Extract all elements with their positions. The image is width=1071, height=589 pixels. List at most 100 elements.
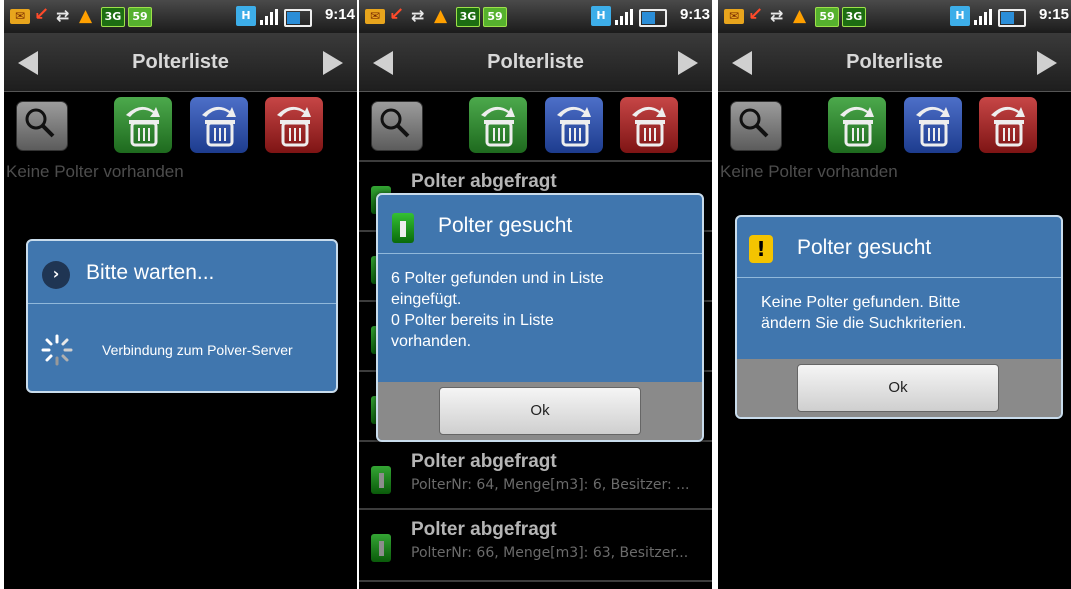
trash-red-icon [991,106,1025,147]
trash-red-icon [277,106,311,147]
warning-icon: ▲ [793,6,807,26]
status-bar: ✉ ↙ ⇄ ▲ 59 3G H 9:15 [718,0,1071,33]
battery-percent-badge: 59 [128,7,152,27]
message-line: eingefügt. [391,291,462,308]
delete-blue-button[interactable] [190,97,248,153]
search-icon [25,108,55,138]
page-title: Polterliste [132,51,229,73]
battery-icon [998,9,1026,27]
arrow-right-icon[interactable] [678,51,698,75]
page-title: Polterliste [487,51,584,73]
search-result-dialog: Polter gesucht 6 Polter gefunden und in … [376,193,704,442]
title-bar: Polterliste [718,33,1071,92]
info-icon [392,213,414,243]
trash-green-icon [481,106,515,147]
warning-icon: ▲ [434,6,448,26]
dialog-title: Polter gesucht [797,236,932,259]
info-icon [371,466,391,494]
usb-icon: ⇄ [770,6,784,25]
warning-icon: ▲ [79,6,93,26]
list-item-title: Polter abgefragt [411,519,557,540]
screen-2-found: ✉ ↙ ⇄ ▲ 3G 59 H 9:13 Polterliste Polter … [359,0,712,589]
hplus-icon: H [236,6,256,26]
network-3g-icon: 3G [456,7,480,27]
list-item-title: Polter abgefragt [411,171,557,192]
message-line: Keine Polter gefunden. Bitte [761,294,961,311]
empty-list-text: Keine Polter vorhanden [720,162,898,181]
dialog-title: Polter gesucht [438,214,573,237]
search-button[interactable] [730,101,782,151]
search-button[interactable] [16,101,68,151]
status-time: 9:13 [679,6,710,23]
delete-red-button[interactable] [979,97,1037,153]
screen-3-not-found: ✉ ↙ ⇄ ▲ 59 3G H 9:15 Polterliste Keine P… [718,0,1071,589]
usb-icon: ⇄ [56,6,70,25]
dialog-separator [28,303,336,304]
status-time: 9:15 [1038,6,1069,23]
mail-icon: ✉ [365,9,385,24]
arrow-right-icon[interactable] [323,51,343,75]
dialog-message: Verbindung zum Polver-Server [102,342,293,358]
dialog-message: 6 Polter gefunden und in Liste eingefügt… [391,268,604,352]
page-title: Polterliste [846,51,943,73]
trash-blue-icon [916,106,950,147]
status-time: 9:14 [324,6,355,23]
trash-green-icon [126,106,160,147]
search-icon [739,108,769,138]
delete-green-button[interactable] [828,97,886,153]
delete-blue-button[interactable] [904,97,962,153]
spinner-icon [41,334,73,366]
delete-red-button[interactable] [620,97,678,153]
search-icon [380,108,410,138]
trash-red-icon [632,106,666,147]
arrow-right-icon[interactable] [1037,51,1057,75]
list-item-subtitle: PolterNr: 64, Menge[m3]: 6, Besitzer: ..… [411,477,690,493]
missed-call-icon: ↙ [389,4,405,25]
chevron-right-icon: › [42,261,70,289]
status-bar: ✉ ↙ ⇄ ▲ 3G 59 H 9:13 [359,0,712,33]
trash-blue-icon [202,106,236,147]
hplus-icon: H [591,6,611,26]
delete-red-button[interactable] [265,97,323,153]
no-result-dialog: ! Polter gesucht Keine Polter gefunden. … [735,215,1063,419]
delete-green-button[interactable] [469,97,527,153]
empty-list-text: Keine Polter vorhanden [6,162,184,181]
trash-green-icon [840,106,874,147]
battery-percent-badge: 59 [815,7,839,27]
battery-icon [639,9,667,27]
progress-dialog: › Bitte warten... Verbindung zum Polver-… [26,239,338,393]
title-bar: Polterliste [359,33,712,92]
status-bar: ✉ ↙ ⇄ ▲ 3G 59 H 9:14 [4,0,357,33]
warning-icon: ! [749,235,773,263]
missed-call-icon: ↙ [34,4,50,25]
usb-icon: ⇄ [411,6,425,25]
dialog-separator [737,277,1061,278]
battery-percent-badge: 59 [483,7,507,27]
ok-button[interactable]: Ok [439,387,641,435]
network-3g-icon: 3G [101,7,125,27]
delete-blue-button[interactable] [545,97,603,153]
message-line: ändern Sie die Suchkriterien. [761,315,967,332]
screen-1-waiting: ✉ ↙ ⇄ ▲ 3G 59 H 9:14 Polterliste Keine P… [4,0,357,589]
dialog-footer: Ok [378,382,702,440]
list-item[interactable]: Polter abgefragt PolterNr: 64, Menge[m3]… [359,440,712,512]
mail-icon: ✉ [10,9,30,24]
delete-green-button[interactable] [114,97,172,153]
dialog-message: Keine Polter gefunden. Bitte ändern Sie … [761,292,966,334]
list-item[interactable]: Polter abgefragt PolterNr: 66, Menge[m3]… [359,508,712,582]
signal-icon [974,9,996,25]
title-bar: Polterliste [4,33,357,92]
hplus-icon: H [950,6,970,26]
signal-icon [615,9,637,25]
list-item-subtitle: PolterNr: 66, Menge[m3]: 63, Besitzer... [411,545,689,561]
list-item-title: Polter abgefragt [411,451,557,472]
search-button[interactable] [371,101,423,151]
message-line: 0 Polter bereits in Liste [391,312,554,329]
dialog-separator [378,253,702,254]
battery-icon [284,9,312,27]
dialog-title: Bitte warten... [86,261,215,284]
trash-blue-icon [557,106,591,147]
ok-button[interactable]: Ok [797,364,999,412]
mail-icon: ✉ [724,9,744,24]
network-3g-icon: 3G [842,7,866,27]
